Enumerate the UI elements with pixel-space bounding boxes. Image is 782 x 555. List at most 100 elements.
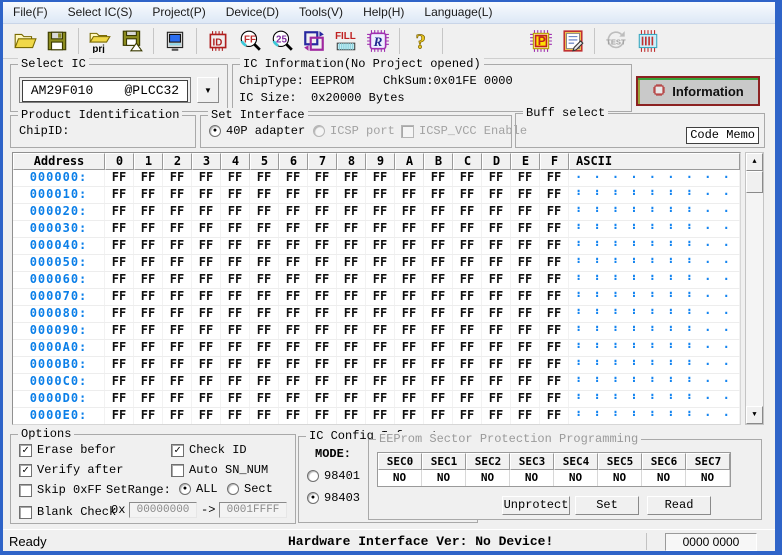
hex-cell[interactable]: FF [511, 391, 540, 407]
hex-cell[interactable]: FF [221, 357, 250, 373]
menu-item-language[interactable]: Language(L) [414, 2, 502, 23]
hex-cell[interactable]: FF [540, 357, 569, 373]
erase-before-checkbox[interactable]: ✓ Erase befor [19, 443, 116, 457]
hex-cell[interactable]: FF [192, 272, 221, 288]
hex-cell[interactable]: FF [134, 187, 163, 203]
menu-item-tools[interactable]: Tools(V) [289, 2, 353, 23]
hex-cell[interactable]: FF [453, 187, 482, 203]
hex-cell[interactable]: FF [395, 340, 424, 356]
hex-cell[interactable]: FF [192, 357, 221, 373]
hex-cell[interactable]: FF [453, 306, 482, 322]
hex-cell[interactable]: FF [134, 221, 163, 237]
hex-cell[interactable]: FF [511, 289, 540, 305]
hex-cell[interactable]: FF [424, 187, 453, 203]
hex-cell[interactable]: FF [134, 408, 163, 424]
hex-cell[interactable]: FF [105, 408, 134, 424]
hex-cell[interactable]: FF [482, 408, 511, 424]
sector-value-cell[interactable]: NO [554, 470, 598, 486]
hex-cell[interactable]: FF [337, 204, 366, 220]
hex-cell[interactable]: FF [395, 306, 424, 322]
hex-cell[interactable]: FF [337, 187, 366, 203]
hex-cell[interactable]: FF [482, 272, 511, 288]
hex-cell[interactable]: FF [163, 170, 192, 186]
hex-cell[interactable]: FF [221, 374, 250, 390]
hex-cell[interactable]: FF [453, 170, 482, 186]
hex-cell[interactable]: FF [105, 221, 134, 237]
hex-cell[interactable]: FF [221, 306, 250, 322]
hex-cell[interactable]: FF [250, 272, 279, 288]
find-ff-button[interactable]: FF [235, 27, 265, 55]
hex-cell[interactable]: FF [308, 357, 337, 373]
hex-cell[interactable]: FF [511, 357, 540, 373]
hex-cell[interactable]: FF [395, 170, 424, 186]
fill-buffer-button[interactable]: FILL [331, 27, 361, 55]
range-end-field[interactable]: 0001FFFF [219, 502, 287, 518]
hex-cell[interactable]: FF [424, 272, 453, 288]
hex-cell[interactable]: FF [221, 323, 250, 339]
hex-cell[interactable]: FF [279, 170, 308, 186]
hex-cell[interactable]: FF [250, 374, 279, 390]
hex-cell[interactable]: FF [105, 204, 134, 220]
hex-cell[interactable]: FF [134, 323, 163, 339]
hex-cell[interactable]: FF [540, 221, 569, 237]
hex-cell[interactable]: FF [424, 391, 453, 407]
hex-cell[interactable]: FF [337, 306, 366, 322]
hex-cell[interactable]: FF [105, 272, 134, 288]
save-file-button[interactable] [42, 27, 72, 55]
hex-cell[interactable]: FF [308, 340, 337, 356]
hex-cell[interactable]: FF [482, 323, 511, 339]
hex-cell[interactable]: FF [163, 408, 192, 424]
hex-cell[interactable]: FF [192, 255, 221, 271]
hex-cell[interactable]: FF [482, 204, 511, 220]
hex-cell[interactable]: FF [105, 340, 134, 356]
hex-cell[interactable]: FF [511, 255, 540, 271]
hex-cell[interactable]: FF [511, 374, 540, 390]
hex-cell[interactable]: FF [250, 340, 279, 356]
hex-cell[interactable]: FF [337, 170, 366, 186]
hex-cell[interactable]: FF [192, 340, 221, 356]
hex-cell[interactable]: FF [453, 323, 482, 339]
hex-cell[interactable]: FF [424, 374, 453, 390]
hex-row-ascii[interactable]: · · · · · · · · · · · · · · · · [569, 391, 740, 407]
hex-row-ascii[interactable]: · · · · · · · · · · · · · · · · [569, 170, 740, 186]
hex-cell[interactable]: FF [163, 187, 192, 203]
hex-cell[interactable]: FF [105, 238, 134, 254]
hex-cell[interactable]: FF [337, 323, 366, 339]
hex-cell[interactable]: FF [395, 391, 424, 407]
hex-cell[interactable]: FF [366, 306, 395, 322]
hex-cell[interactable]: FF [366, 170, 395, 186]
hex-cell[interactable]: FF [163, 357, 192, 373]
hex-cell[interactable]: FF [395, 289, 424, 305]
hex-row-ascii[interactable]: · · · · · · · · · · · · · · · · [569, 221, 740, 237]
hex-cell[interactable]: FF [366, 255, 395, 271]
hex-cell[interactable]: FF [279, 289, 308, 305]
hex-cell[interactable]: FF [250, 255, 279, 271]
hex-cell[interactable]: FF [337, 340, 366, 356]
hex-cell[interactable]: FF [424, 306, 453, 322]
hex-cell[interactable]: FF [163, 238, 192, 254]
hex-cell[interactable]: FF [308, 306, 337, 322]
hex-cell[interactable]: FF [540, 272, 569, 288]
scrollbar-down-button[interactable]: ▼ [746, 406, 763, 424]
hex-cell[interactable]: FF [192, 204, 221, 220]
hex-cell[interactable]: FF [337, 408, 366, 424]
range-start-field[interactable]: 00000000 [129, 502, 197, 518]
hex-cell[interactable]: FF [105, 170, 134, 186]
hex-cell[interactable]: FF [308, 221, 337, 237]
hex-row-ascii[interactable]: · · · · · · · · · · · · · · · · [569, 374, 740, 390]
hex-cell[interactable]: FF [163, 391, 192, 407]
hex-cell[interactable]: FF [482, 357, 511, 373]
hex-cell[interactable]: FF [279, 408, 308, 424]
hex-cell[interactable]: FF [395, 408, 424, 424]
hex-cell[interactable]: FF [540, 204, 569, 220]
hex-cell[interactable]: FF [511, 221, 540, 237]
hex-cell[interactable]: FF [163, 374, 192, 390]
set-button[interactable]: Set [575, 496, 639, 515]
hex-cell[interactable]: FF [540, 255, 569, 271]
verify-after-checkbox[interactable]: ✓ Verify after [19, 463, 123, 477]
hex-cell[interactable]: FF [395, 187, 424, 203]
hex-row-ascii[interactable]: · · · · · · · · · · · · · · · · [569, 306, 740, 322]
hex-cell[interactable]: FF [279, 238, 308, 254]
hex-cell[interactable]: FF [424, 255, 453, 271]
chip-id-button[interactable]: ID [203, 27, 233, 55]
